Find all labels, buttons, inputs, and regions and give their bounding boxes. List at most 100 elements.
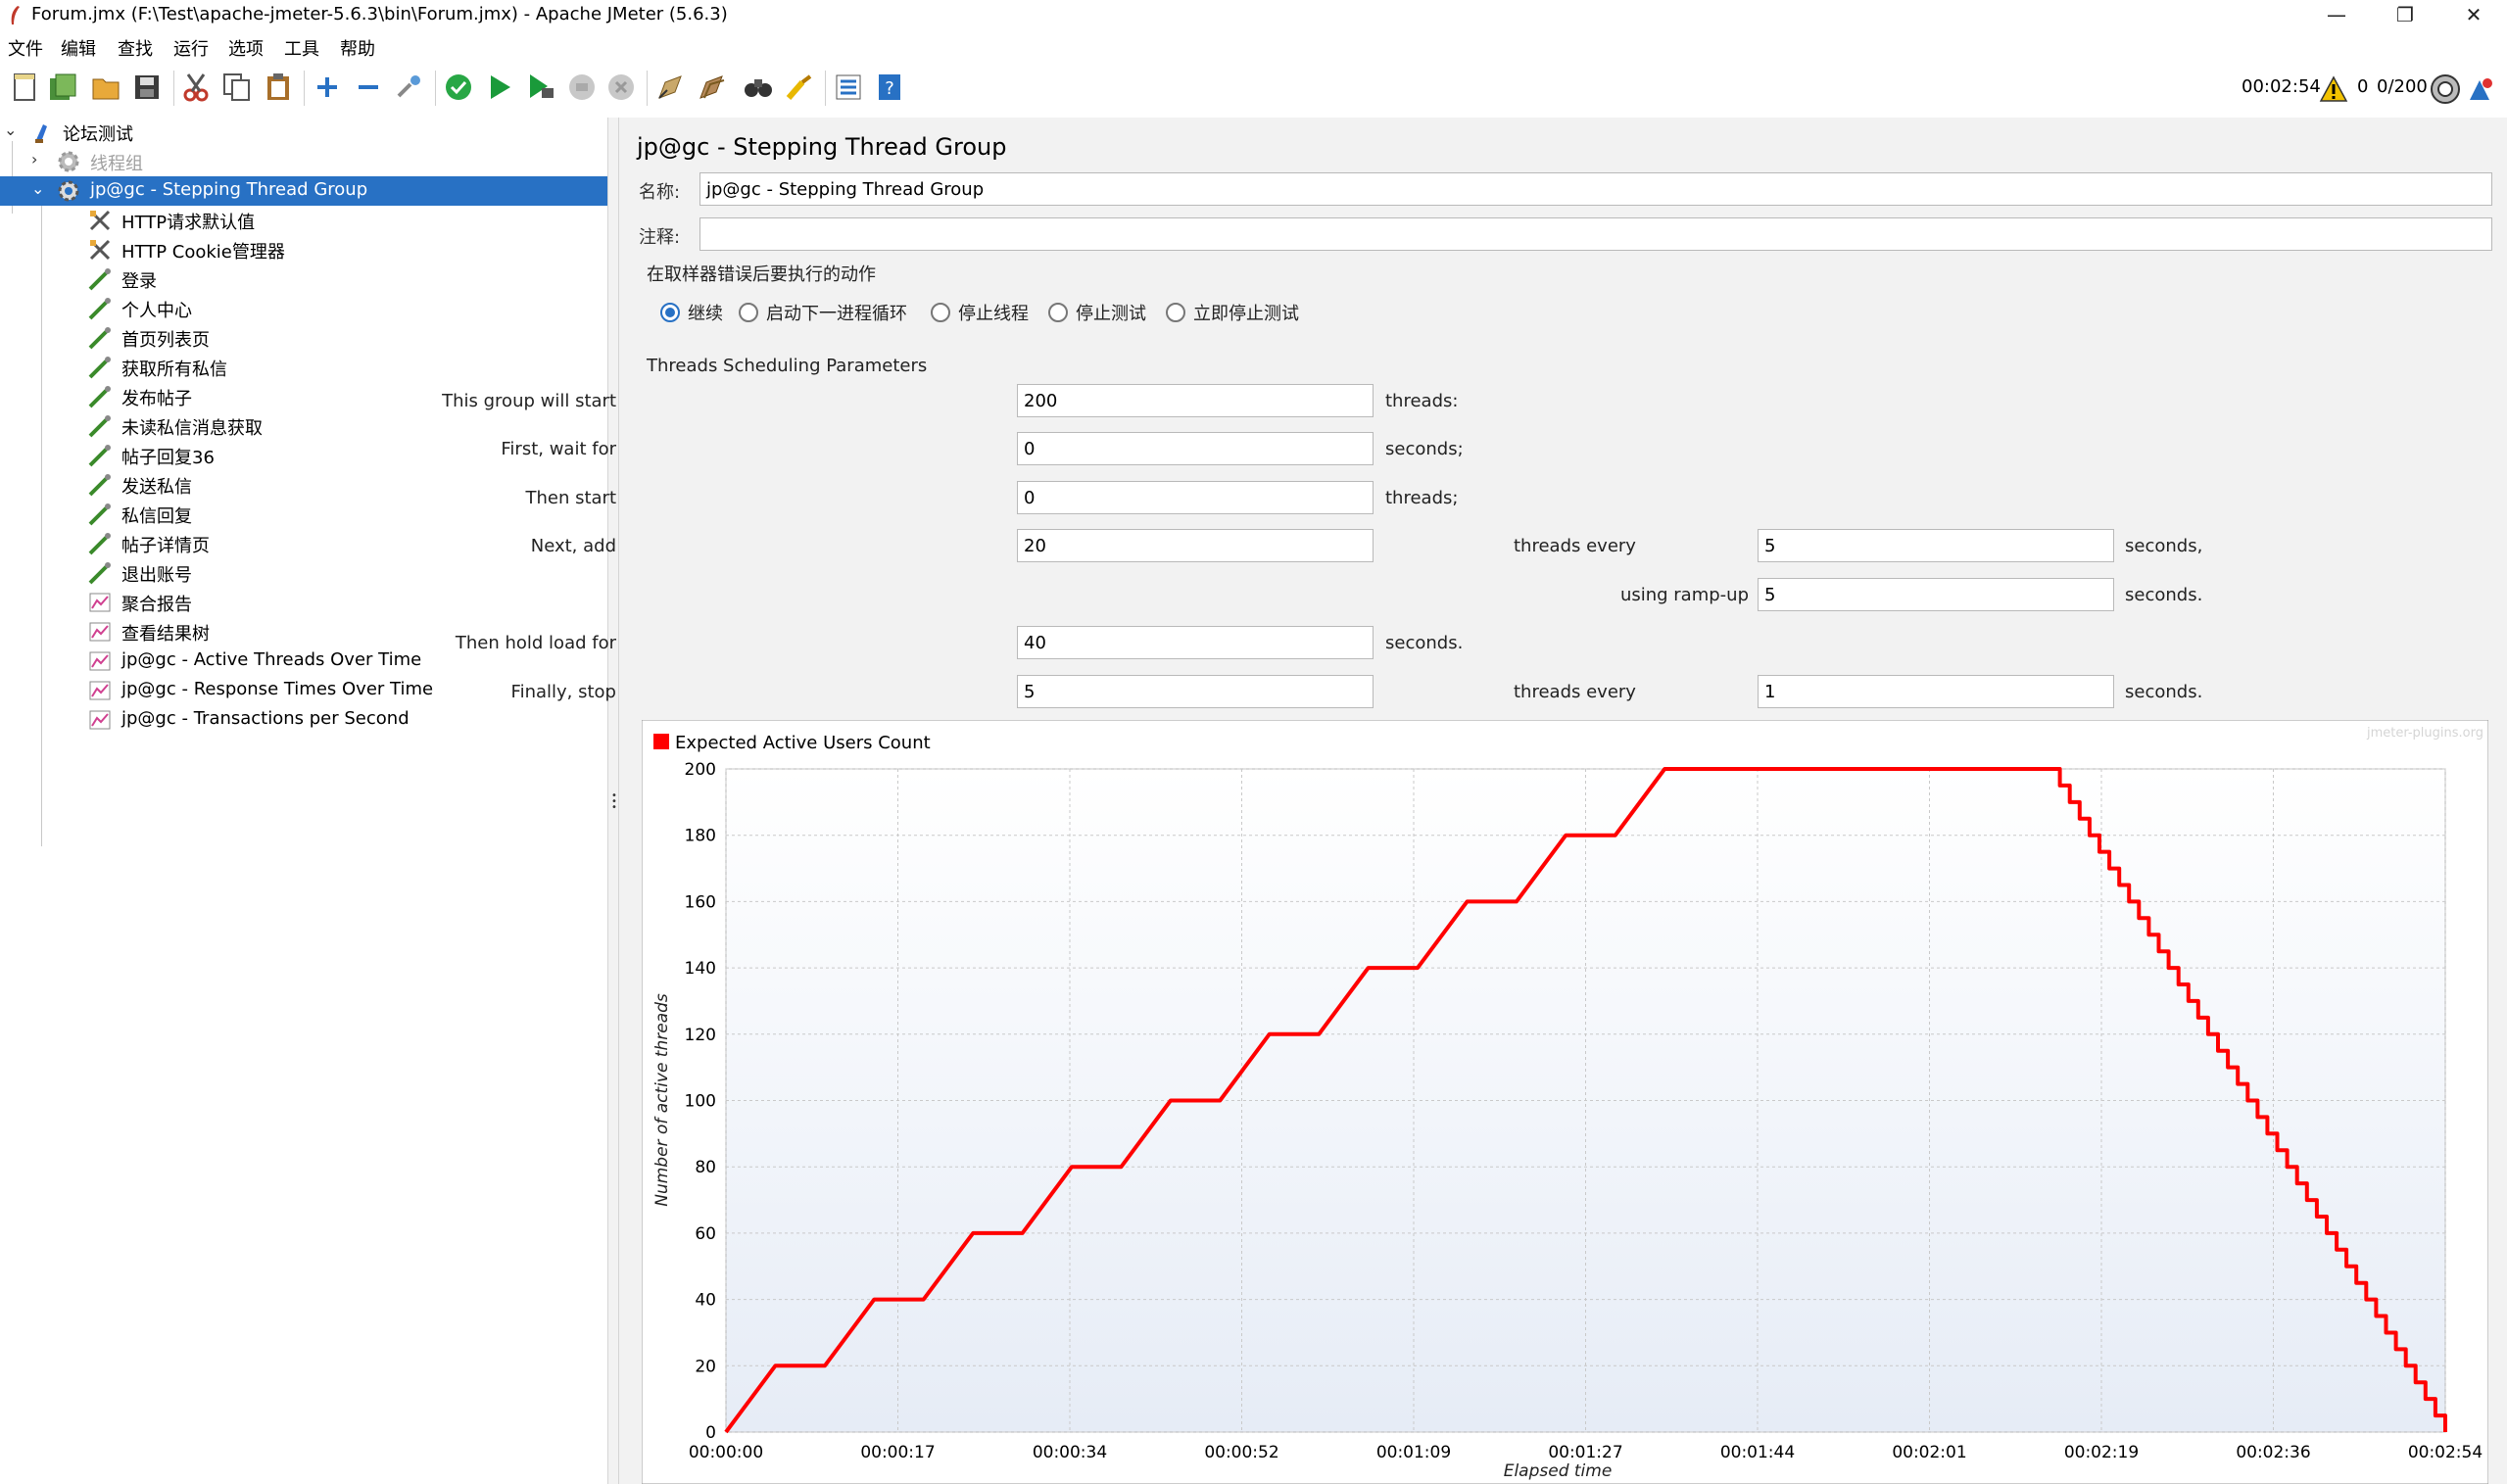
- tree-item-thread-group[interactable]: › 线程组: [0, 147, 607, 176]
- menu-edit[interactable]: 编辑: [61, 35, 96, 61]
- help-icon[interactable]: ?: [872, 70, 907, 105]
- y-tick-label: 180: [685, 827, 716, 846]
- function-helper-icon[interactable]: [831, 70, 866, 105]
- tree-item-http-defaults[interactable]: HTTP请求默认值: [0, 206, 607, 235]
- chevron-down-icon[interactable]: ⌄: [4, 120, 17, 139]
- radio-stop-test[interactable]: 停止测试: [1048, 300, 1146, 327]
- tree-item-label: 退出账号: [121, 565, 192, 586]
- close-button[interactable]: ✕: [2439, 0, 2507, 31]
- x-tick-label: 00:01:27: [1548, 1443, 1622, 1462]
- next-add-field[interactable]: 20: [1017, 529, 1374, 562]
- config-icon: [89, 239, 111, 261]
- tree-item-sampler[interactable]: 个人中心: [0, 294, 607, 323]
- radio-stop-thread[interactable]: 停止线程: [931, 300, 1029, 327]
- tree-item-label: HTTP Cookie管理器: [121, 242, 285, 263]
- cut-icon[interactable]: [178, 70, 214, 105]
- warning-count: 0: [2357, 76, 2369, 97]
- listener-icon: [89, 651, 111, 671]
- tree-item-sampler[interactable]: 获取所有私信: [0, 353, 607, 382]
- tree-item-label: 发送私信: [121, 477, 192, 498]
- open-icon[interactable]: [88, 70, 123, 105]
- comment-field[interactable]: [699, 217, 2492, 251]
- radio-start-next-loop[interactable]: 启动下一进程循环: [739, 300, 907, 327]
- next-add-every-label: threads every: [1514, 536, 1636, 556]
- tree-item-label: 线程组: [90, 154, 143, 174]
- start-threads-field[interactable]: 200: [1017, 384, 1374, 417]
- then-start-label: Then start: [525, 488, 616, 508]
- tree-item-label: 查看结果树: [121, 624, 210, 645]
- maximize-button[interactable]: ❐: [2371, 0, 2439, 31]
- then-start-field[interactable]: 0: [1017, 481, 1374, 514]
- log-viewer-icon[interactable]: [2463, 72, 2498, 107]
- tree-item-label: 首页列表页: [121, 330, 210, 351]
- expand-icon[interactable]: [310, 70, 345, 105]
- tree-item-sampler[interactable]: 首页列表页: [0, 323, 607, 353]
- menu-options[interactable]: 选项: [228, 35, 264, 61]
- tree-item-sampler[interactable]: 登录: [0, 264, 607, 294]
- initial-delay-field[interactable]: 0: [1017, 432, 1374, 465]
- minimize-button[interactable]: —: [2302, 0, 2371, 31]
- menu-tools[interactable]: 工具: [284, 35, 319, 61]
- tree-item-listener[interactable]: jp@gc - Transactions per Second: [0, 705, 607, 735]
- clear-all-icon[interactable]: [694, 70, 729, 105]
- chevron-down-icon[interactable]: ⌄: [31, 179, 44, 198]
- menu-help[interactable]: 帮助: [340, 35, 375, 61]
- start-remote-icon[interactable]: [523, 70, 558, 105]
- tree-item-stepping-thread-group[interactable]: ⌄ jp@gc - Stepping Thread Group: [0, 176, 607, 206]
- tree-item-label: 帖子详情页: [121, 536, 210, 556]
- menu-file[interactable]: 文件: [8, 35, 43, 61]
- menu-search[interactable]: 查找: [118, 35, 153, 61]
- copy-icon[interactable]: [219, 70, 255, 105]
- sampler-icon: [88, 327, 111, 350]
- finally-stop-field[interactable]: 5: [1017, 675, 1374, 708]
- tree-item-listener[interactable]: 聚合报告: [0, 588, 607, 617]
- start-no-pauses-icon[interactable]: [482, 70, 517, 105]
- tree-item-cookie-manager[interactable]: HTTP Cookie管理器: [0, 235, 607, 264]
- next-add-every-field[interactable]: 5: [1758, 529, 2114, 562]
- radio-selected-icon: [660, 303, 680, 322]
- radio-continue[interactable]: 继续: [660, 300, 723, 327]
- clear-icon[interactable]: [652, 70, 688, 105]
- tree-item-sampler[interactable]: 未读私信消息获取: [0, 411, 607, 441]
- paste-icon[interactable]: [261, 70, 296, 105]
- finally-stop-every-field[interactable]: 1: [1758, 675, 2114, 708]
- x-tick-label: 00:00:34: [1033, 1443, 1107, 1462]
- reset-search-icon[interactable]: [782, 70, 817, 105]
- search-icon[interactable]: [741, 70, 776, 105]
- collapse-icon[interactable]: [351, 70, 386, 105]
- watermark: jmeter-plugins.org: [2366, 726, 2483, 741]
- x-tick-label: 00:02:19: [2064, 1443, 2139, 1462]
- tree-item-label: 聚合报告: [121, 595, 192, 615]
- tree-item-label: 论坛测试: [63, 124, 133, 145]
- tree-item-label: jp@gc - Stepping Thread Group: [90, 179, 368, 200]
- tree-item-root[interactable]: ⌄ 论坛测试: [0, 118, 607, 147]
- templates-icon[interactable]: [45, 70, 80, 105]
- test-plan-tree: ⌄ 论坛测试 › 线程组 ⌄ jp@gc - Stepping Thread G…: [0, 118, 607, 1484]
- new-icon[interactable]: [8, 70, 43, 105]
- sampler-icon: [88, 445, 111, 467]
- gear-icon: [58, 151, 79, 172]
- shutdown-icon[interactable]: [603, 70, 639, 105]
- save-icon[interactable]: [129, 70, 165, 105]
- tree-item-label: 未读私信消息获取: [121, 418, 263, 439]
- radio-icon: [1166, 303, 1185, 322]
- menu-run[interactable]: 运行: [173, 35, 209, 61]
- name-field[interactable]: jp@gc - Stepping Thread Group: [699, 172, 2492, 206]
- then-start-unit: threads;: [1385, 488, 1459, 508]
- chevron-right-icon[interactable]: ›: [31, 150, 37, 168]
- tree-item-sampler[interactable]: 退出账号: [0, 558, 607, 588]
- gear-icon: [58, 180, 79, 202]
- warning-icon[interactable]: [2316, 72, 2351, 107]
- radio-stop-test-now[interactable]: 立即停止测试: [1166, 300, 1299, 327]
- toggle-icon[interactable]: [392, 70, 427, 105]
- stop-icon[interactable]: [564, 70, 600, 105]
- pane-splitter[interactable]: • • •: [607, 118, 619, 1484]
- legend-label: Expected Active Users Count: [675, 733, 931, 753]
- start-icon[interactable]: [441, 70, 476, 105]
- ramp-up-field[interactable]: 5: [1758, 578, 2114, 611]
- sampler-icon: [88, 562, 111, 585]
- sampler-icon: [88, 298, 111, 320]
- hold-load-field[interactable]: 40: [1017, 626, 1374, 659]
- y-tick-label: 40: [695, 1291, 716, 1311]
- sampler-icon: [88, 357, 111, 379]
